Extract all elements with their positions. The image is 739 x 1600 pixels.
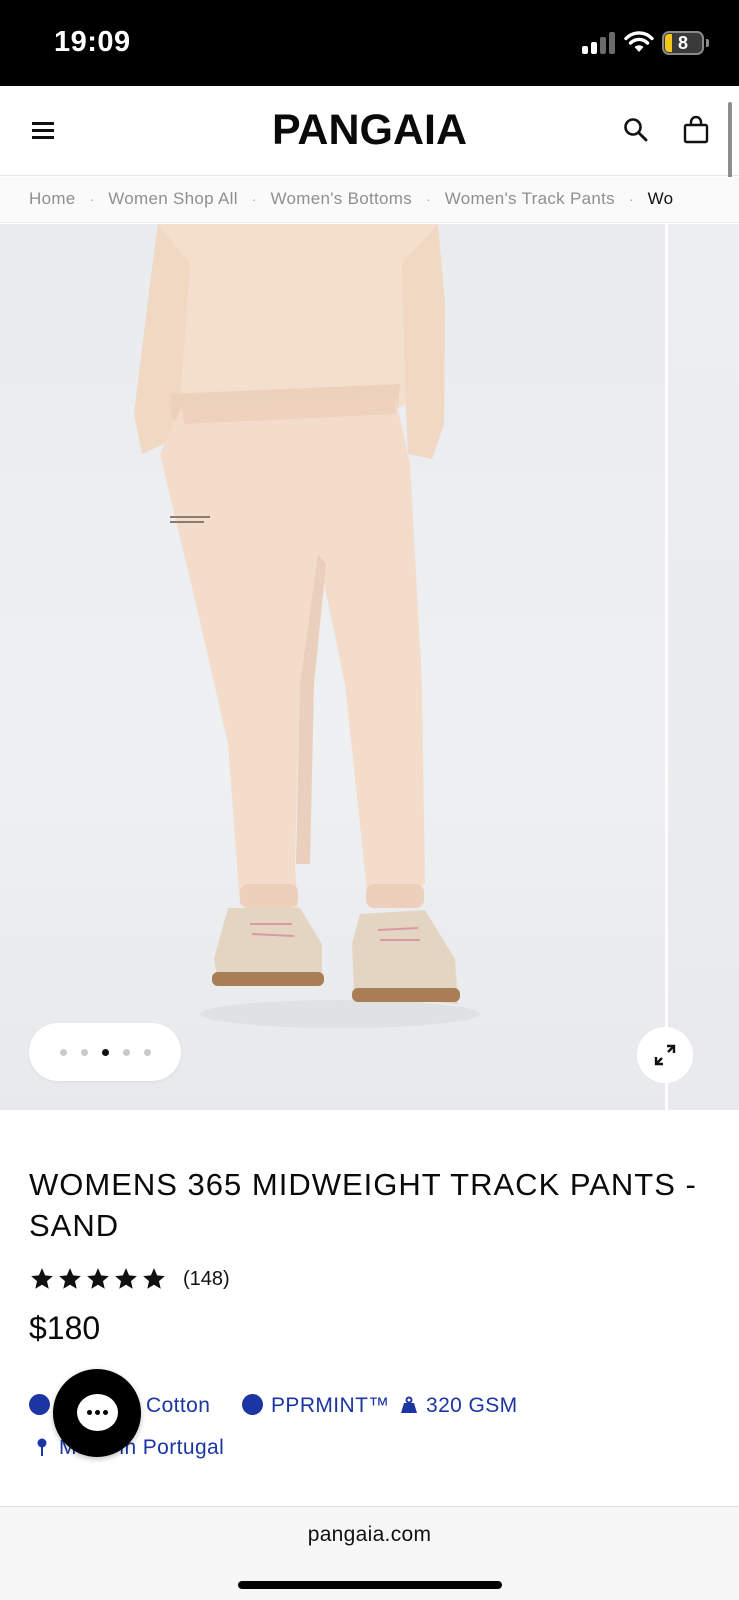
- review-count[interactable]: (148): [183, 1268, 230, 1291]
- gallery-dot-1[interactable]: [60, 1049, 67, 1056]
- gallery-dot-2[interactable]: [81, 1049, 88, 1056]
- home-indicator[interactable]: [238, 1581, 502, 1589]
- product-image-gallery[interactable]: [0, 224, 739, 1110]
- product-rating[interactable]: (148): [29, 1265, 230, 1293]
- weight-icon: [401, 1396, 417, 1413]
- chat-bubble-icon: [77, 1394, 118, 1431]
- breadcrumb-separator: ·: [251, 191, 257, 207]
- battery-level: 8: [677, 33, 688, 53]
- chat-button[interactable]: [53, 1369, 141, 1457]
- cellular-signal-icon: [582, 32, 616, 54]
- breadcrumb-current[interactable]: Wo: [648, 189, 674, 208]
- breadcrumb-separator: ·: [628, 191, 634, 207]
- site-header: PANGAIA: [0, 86, 739, 176]
- battery-tip: [706, 39, 709, 47]
- feature-pprmint: PPRMINT™: [242, 1394, 390, 1418]
- next-product-image[interactable]: [668, 224, 739, 1110]
- breadcrumb-women-shop-all[interactable]: Women Shop All: [108, 189, 238, 208]
- star-icon: [31, 1268, 53, 1289]
- gallery-dot-5[interactable]: [144, 1049, 151, 1056]
- star-icon: [115, 1268, 137, 1289]
- gallery-dot-3[interactable]: [102, 1049, 109, 1056]
- feature-weight-label: 320 GSM: [426, 1394, 518, 1417]
- feature-weight: 320 GSM: [400, 1394, 518, 1418]
- star-icon: [59, 1268, 81, 1289]
- star-icon: [143, 1268, 165, 1289]
- star-icon: [87, 1268, 109, 1289]
- battery-icon: 8: [662, 31, 704, 55]
- feature-pprmint-label: PPRMINT™: [271, 1394, 390, 1417]
- breadcrumb-womens-track-pants[interactable]: Women's Track Pants: [445, 189, 615, 208]
- feature-cotton-label: Cotton: [146, 1394, 211, 1417]
- breadcrumb-separator: ·: [426, 191, 431, 207]
- gallery-pagination: [29, 1023, 181, 1081]
- breadcrumb: Home · Women Shop All · Women's Bottoms · Wome…: [0, 177, 739, 223]
- url-text[interactable]: pangaia.com: [0, 1523, 739, 1547]
- product-title: WOMENS 365 MIDWEIGHT TRACK PANTS - SAND: [29, 1167, 697, 1243]
- expand-image-button[interactable]: [637, 1027, 693, 1083]
- location-pin-icon: [37, 1438, 47, 1456]
- status-time: 19:09: [54, 26, 131, 58]
- breadcrumb-womens-bottoms[interactable]: Women's Bottoms: [270, 189, 412, 208]
- breadcrumb-separator: ·: [89, 191, 95, 207]
- breadcrumb-home[interactable]: Home: [29, 189, 76, 208]
- search-icon[interactable]: [622, 116, 650, 144]
- gallery-dot-4[interactable]: [123, 1049, 130, 1056]
- shopping-bag-icon[interactable]: [682, 115, 710, 145]
- model-illustration: [134, 224, 480, 1028]
- product-price: $180: [29, 1310, 101, 1346]
- wifi-icon: [624, 31, 654, 52]
- product-image[interactable]: [0, 224, 665, 1110]
- status-bar: 19:09 8: [0, 0, 739, 86]
- pprmint-icon: [242, 1394, 263, 1415]
- cotton-icon: [29, 1394, 50, 1415]
- browser-url-bar[interactable]: pangaia.com: [0, 1506, 739, 1600]
- expand-icon: [654, 1044, 676, 1066]
